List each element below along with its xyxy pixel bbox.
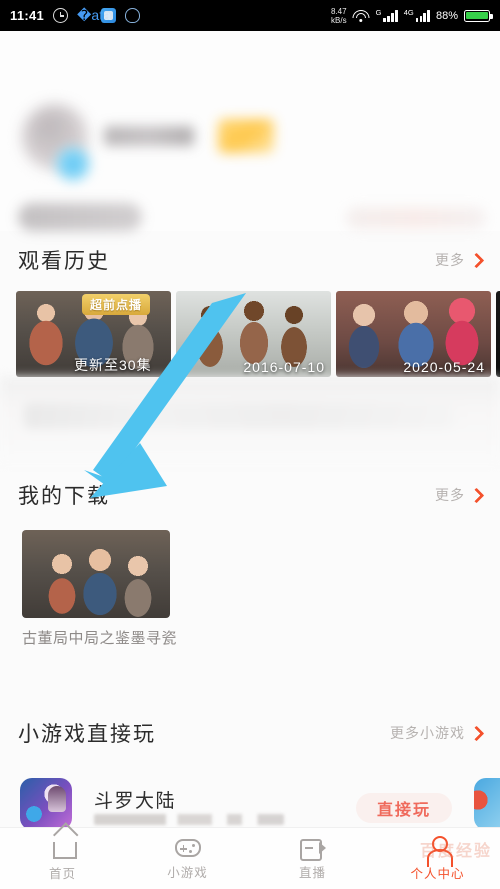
minigames-title: 小游戏直接玩 <box>18 723 156 746</box>
battery-percent: 88% <box>435 9 458 22</box>
network-speed-unit: kB/s <box>331 15 347 25</box>
game-app-icon-next[interactable] <box>474 778 500 830</box>
history-more-button[interactable]: 更多 <box>435 250 485 270</box>
signal-group-1: G <box>376 9 398 22</box>
profile-header[interactable] <box>0 31 500 231</box>
downloads-more-button[interactable]: 更多 <box>435 485 485 505</box>
download-item-thumbnail[interactable] <box>22 530 170 618</box>
battery-icon <box>464 9 493 22</box>
status-bar-right: 8.47 kB/s G 4G 88% <box>331 7 493 25</box>
signal-label-1: G <box>375 8 382 17</box>
profile-promo-redacted[interactable] <box>346 207 486 229</box>
app-icon <box>101 8 117 23</box>
chevron-right-icon <box>468 487 485 503</box>
minigames-more-label: 更多小游戏 <box>390 725 465 741</box>
wifi-icon <box>352 9 370 22</box>
game-title: 斗罗大陆 <box>94 791 177 812</box>
advance-play-badge: 超前点播 <box>82 294 151 315</box>
play-now-button[interactable]: 直接玩 <box>356 793 452 823</box>
minigames-more-button[interactable]: 更多小游戏 <box>390 723 485 743</box>
alarm-icon <box>53 8 69 23</box>
chevron-right-icon <box>468 252 485 268</box>
bluetooth-icon: �ata <box>77 7 111 23</box>
history-item[interactable] <box>496 291 500 377</box>
status-bar: 11:41 �ata 8.47 kB/s G 4G 88% <box>0 0 500 31</box>
nav-item-live[interactable]: 直播 <box>250 828 375 889</box>
history-more-label: 更多 <box>435 252 465 268</box>
network-speed-value: 8.47 <box>331 6 347 16</box>
avatar-badge-icon <box>56 147 90 181</box>
signal-bars-2 <box>415 10 430 22</box>
nav-label-home: 首页 <box>48 867 76 881</box>
app-screen: 11:41 �ata 8.47 kB/s G 4G 88% 观看历史 更多 超前… <box>0 0 500 889</box>
ghost-icon <box>125 8 141 23</box>
signal-bars-1 <box>383 10 398 22</box>
nav-item-profile[interactable]: 个人中心 <box>375 828 500 889</box>
history-item-caption: 2016-07-10 <box>243 359 325 375</box>
history-item[interactable]: 2020-05-24 <box>336 291 491 377</box>
network-speed: 8.47 kB/s <box>331 7 347 25</box>
user-icon <box>426 835 453 867</box>
signal-group-2: 4G <box>404 9 430 22</box>
chevron-right-icon <box>468 725 485 741</box>
gamepad-icon <box>174 839 201 857</box>
redacted-band <box>0 377 500 463</box>
history-item-caption: 更新至30集 <box>74 357 152 373</box>
nav-label-live: 直播 <box>298 866 326 880</box>
section-header-history: 观看历史 更多 <box>0 237 500 283</box>
nav-item-home[interactable]: 首页 <box>0 828 125 889</box>
username-redacted <box>104 126 194 146</box>
history-title: 观看历史 <box>18 250 110 273</box>
history-item[interactable]: 2016-07-10 <box>176 291 331 377</box>
status-time: 11:41 <box>10 8 45 23</box>
bottom-nav: 首页 小游戏 直播 个人中心 <box>0 827 500 889</box>
download-item-title: 古董局中局之鉴墨寻瓷 <box>22 630 178 647</box>
home-icon <box>50 835 77 859</box>
signal-label-2: 4G <box>403 8 414 17</box>
history-list[interactable]: 超前点播 更新至30集 2016-07-10 2020-05-24 <box>0 291 500 377</box>
profile-status-bar-redacted <box>18 203 142 231</box>
game-description-redacted <box>94 814 284 825</box>
downloads-title: 我的下载 <box>18 485 110 508</box>
section-header-downloads: 我的下载 更多 <box>0 472 500 518</box>
video-camera-icon <box>299 839 326 861</box>
nav-item-minigames[interactable]: 小游戏 <box>125 828 250 889</box>
nav-label-minigames: 小游戏 <box>167 866 208 880</box>
status-bar-left: 11:41 �ata <box>10 7 141 23</box>
history-item[interactable]: 超前点播 更新至30集 <box>16 291 171 377</box>
section-header-minigames: 小游戏直接玩 更多小游戏 <box>0 710 500 756</box>
history-item-caption: 2020-05-24 <box>403 359 485 375</box>
downloads-more-label: 更多 <box>435 487 465 503</box>
vip-badge[interactable] <box>218 119 274 153</box>
